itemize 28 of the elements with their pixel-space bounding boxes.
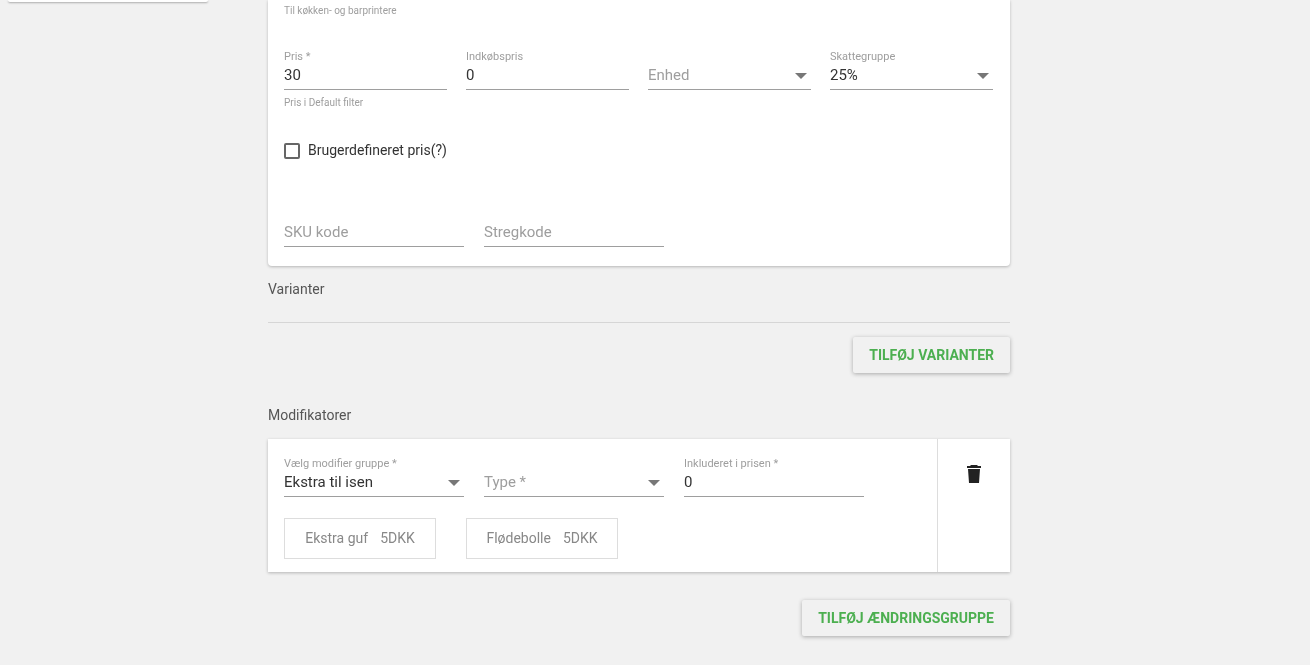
dropdown-caret-icon: [795, 72, 807, 79]
field-label: Vælg modifier gruppe *: [284, 458, 397, 469]
select-field[interactable]: 25%: [830, 62, 993, 90]
modifier-chip[interactable]: Flødebolle 5DKK: [466, 518, 618, 559]
checkbox-label: Brugerdefineret pris(?): [308, 141, 447, 161]
modifier-chip[interactable]: Ekstra guf 5DKK: [284, 518, 436, 559]
input-field[interactable]: Stregkode: [484, 219, 664, 247]
select-field[interactable]: Enhed: [648, 62, 811, 90]
section-title: Modifikatorer: [268, 406, 353, 425]
select-field[interactable]: Ekstra til isen: [284, 469, 464, 497]
field-label: Inkluderet i prisen *: [684, 458, 779, 469]
add-modifier-group-button[interactable]: TILFØJ ÆNDRINGSGRUPPE: [802, 600, 1010, 636]
section-title: Varianter: [268, 280, 326, 299]
checkbox[interactable]: [284, 142, 300, 159]
field-label: Skattegruppe: [830, 51, 896, 62]
field-label: Indkøbspris: [466, 51, 524, 62]
printer-note: Til køkken- og barprintere: [284, 4, 398, 18]
add-variants-button[interactable]: TILFØJ VARIANTER: [853, 337, 1010, 373]
input-field[interactable]: 30: [284, 62, 447, 90]
input-field[interactable]: 0: [466, 62, 629, 90]
select-field[interactable]: Type *: [484, 469, 664, 497]
dropdown-caret-icon: [448, 479, 460, 486]
dropdown-caret-icon: [977, 72, 989, 79]
input-field[interactable]: 0: [684, 469, 864, 497]
field-label: Pris *: [284, 51, 311, 62]
dropdown-caret-icon: [648, 479, 660, 486]
trash-icon[interactable]: [967, 465, 981, 483]
input-field[interactable]: SKU kode: [284, 219, 464, 247]
